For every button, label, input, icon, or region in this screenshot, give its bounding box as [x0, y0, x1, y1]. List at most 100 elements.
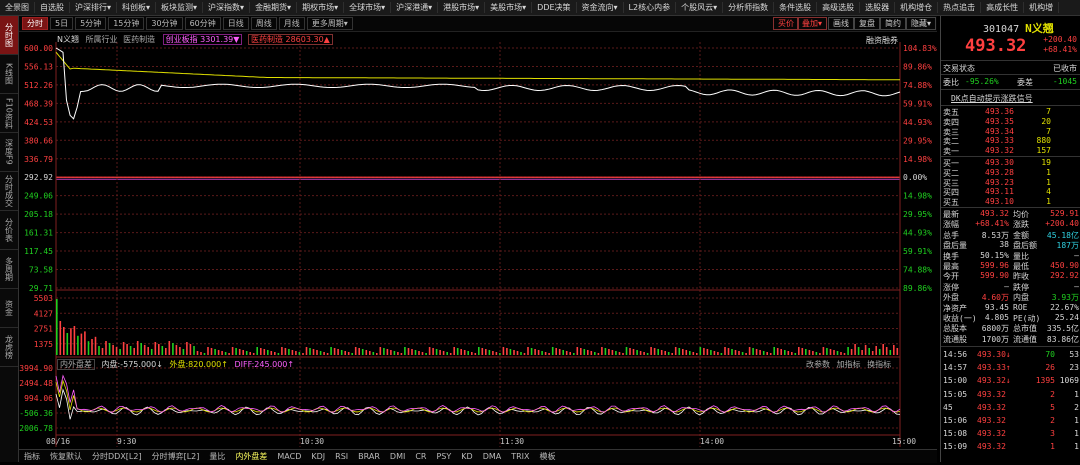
indicator-tab-9[interactable]: BRAR	[353, 452, 385, 461]
quote-value: 45.18亿	[1046, 230, 1079, 240]
volume-bar	[414, 350, 417, 355]
tick-count: 23	[1069, 363, 1079, 373]
flow-indicator-label[interactable]: 内外盘差	[57, 359, 95, 370]
ask-price: 493.33	[985, 136, 1014, 146]
menu-item-2[interactable]: 沪深排行▾	[70, 2, 118, 13]
volume-bar	[745, 353, 747, 355]
period-tab-2[interactable]: 5分钟	[75, 17, 107, 30]
menu-item-8[interactable]: 全球市场▾	[344, 2, 392, 13]
dde-signal-link[interactable]: DK点自动提示涨跌信号	[951, 93, 1033, 104]
overlay-button[interactable]: 叠加▾	[797, 17, 828, 30]
left-tab-2[interactable]: F10资料	[0, 94, 18, 133]
switch-indicator-button[interactable]: 换指标	[867, 360, 891, 369]
left-tab-5[interactable]: 分价表	[0, 211, 18, 250]
menu-item-0[interactable]: 全景图	[0, 2, 35, 13]
menu-item-20[interactable]: 机构增仓	[895, 2, 939, 13]
menu-item-12[interactable]: DDE决策	[532, 2, 577, 13]
change-params-button[interactable]: 改参数	[806, 360, 830, 369]
left-tab-0[interactable]: 分时图	[0, 16, 18, 55]
indicator-tab-2[interactable]: 分时DDX[L2]	[87, 451, 147, 462]
index-chinext[interactable]: 创业板指 3301.39▼	[162, 34, 243, 45]
price-tick-label: 205.18	[24, 210, 53, 219]
menu-item-23[interactable]: 机构增	[1024, 2, 1060, 13]
hide-button[interactable]: 隐藏▾	[906, 17, 937, 30]
indicator-tab-15[interactable]: TRIX	[506, 452, 534, 461]
review-button[interactable]: 复盘	[854, 17, 880, 30]
period-tab-9[interactable]: 更多周期▾	[306, 17, 353, 30]
volume-bar	[260, 348, 262, 355]
menu-item-17[interactable]: 条件选股	[774, 2, 818, 13]
left-tab-4[interactable]: 分时成交	[0, 172, 18, 211]
menu-item-19[interactable]: 选股器	[860, 2, 896, 13]
tick-volume: 70	[1045, 350, 1055, 359]
quote-label: 今开	[943, 272, 959, 282]
bid-price-button[interactable]: 买价	[773, 17, 799, 30]
ask-row: 卖四 493.35 20	[941, 117, 1080, 127]
quote-value: 529.91	[1050, 209, 1079, 218]
add-indicator-button[interactable]: 加指标	[837, 360, 861, 369]
period-tab-4[interactable]: 30分钟	[146, 17, 183, 30]
menu-item-15[interactable]: 个股风云▾	[676, 2, 724, 13]
time-tick-label: 9:30	[117, 437, 136, 446]
menu-item-9[interactable]: 沪深港通▾	[391, 2, 439, 13]
left-tab-1[interactable]: K线图	[0, 55, 18, 94]
volume-bar	[404, 347, 406, 355]
period-tab-5[interactable]: 60分钟	[184, 17, 221, 30]
menu-item-11[interactable]: 美股市场▾	[485, 2, 533, 13]
quote-label: 外盘	[943, 293, 959, 303]
price-tick-label: 249.06	[24, 192, 53, 201]
period-tab-8[interactable]: 月线	[278, 17, 305, 30]
intraday-chart[interactable]: 600.00 104.83% 556.13 89.86% 512.26 74.88% 468…	[14, 32, 937, 462]
period-tab-6[interactable]: 日线	[222, 17, 249, 30]
indicator-tab-6[interactable]: MACD	[272, 452, 306, 461]
index-pharma[interactable]: 医药制造 28603.30▲	[247, 34, 333, 45]
volume-bar	[249, 352, 251, 355]
menu-item-22[interactable]: 高成长性	[981, 2, 1025, 13]
flow-tick-label: -2006.78	[19, 424, 53, 433]
draw-line-button[interactable]: 画线	[828, 17, 854, 30]
flow-tick-label: -506.36	[19, 409, 53, 418]
indicator-tab-12[interactable]: PSY	[431, 452, 456, 461]
chart-canvas[interactable]: 600.00 104.83% 556.13 89.86% 512.26 74.88% 468…	[14, 32, 937, 462]
menu-item-6[interactable]: 金融期货▾	[250, 2, 298, 13]
volume-bar	[305, 347, 308, 355]
menu-item-14[interactable]: L2核心内参	[624, 2, 677, 13]
indicator-tab-13[interactable]: KD	[456, 452, 477, 461]
menu-item-13[interactable]: 资金流向▾	[577, 2, 624, 13]
indicator-tab-3[interactable]: 分时博弈[L2]	[147, 451, 205, 462]
menu-item-10[interactable]: 港股市场▾	[438, 2, 486, 13]
left-tab-3[interactable]: 深度F9	[0, 133, 18, 172]
indicator-tab-0[interactable]: 指标	[19, 451, 45, 462]
menu-item-4[interactable]: 板块监测▾	[156, 2, 204, 13]
indicator-tab-16[interactable]: 模板	[535, 451, 561, 462]
indicator-tab-1[interactable]: 恢复默认	[45, 451, 87, 462]
simple-button[interactable]: 简约	[880, 17, 906, 30]
volume-bar	[456, 348, 459, 355]
volume-bar	[91, 339, 93, 355]
period-tab-7[interactable]: 周线	[250, 17, 277, 30]
period-tab-3[interactable]: 15分钟	[108, 17, 145, 30]
left-tab-6[interactable]: 多周期	[0, 250, 18, 289]
volume-bar	[875, 346, 877, 355]
indicator-tab-8[interactable]: RSI	[330, 452, 353, 461]
menu-item-5[interactable]: 沪深指数▾	[203, 2, 251, 13]
indicator-tab-10[interactable]: DMI	[385, 452, 410, 461]
volume-bar	[636, 350, 638, 355]
menu-item-21[interactable]: 热点追击	[938, 2, 982, 13]
left-tab-8[interactable]: 龙虎榜	[0, 328, 18, 367]
indicator-tab-7[interactable]: KDJ	[306, 452, 330, 461]
time-tick-label: 11:30	[500, 437, 524, 446]
indicator-tab-11[interactable]: CR	[410, 452, 431, 461]
menu-item-1[interactable]: 自选股	[35, 2, 70, 13]
volume-bar	[323, 352, 325, 355]
left-tab-7[interactable]: 资金	[0, 289, 18, 328]
menu-item-3[interactable]: 科创板▾	[117, 2, 157, 13]
menu-item-7[interactable]: 期权市场▾	[297, 2, 345, 13]
menu-item-16[interactable]: 分析师指数	[723, 2, 775, 13]
indicator-tab-4[interactable]: 量比	[204, 451, 230, 462]
indicator-tab-14[interactable]: DMA	[478, 452, 507, 461]
period-tab-0[interactable]: 分时	[22, 17, 48, 30]
period-tab-1[interactable]: 5日	[50, 17, 74, 30]
menu-item-18[interactable]: 高级选股	[817, 2, 861, 13]
indicator-tab-5[interactable]: 内外盘差	[230, 451, 272, 462]
